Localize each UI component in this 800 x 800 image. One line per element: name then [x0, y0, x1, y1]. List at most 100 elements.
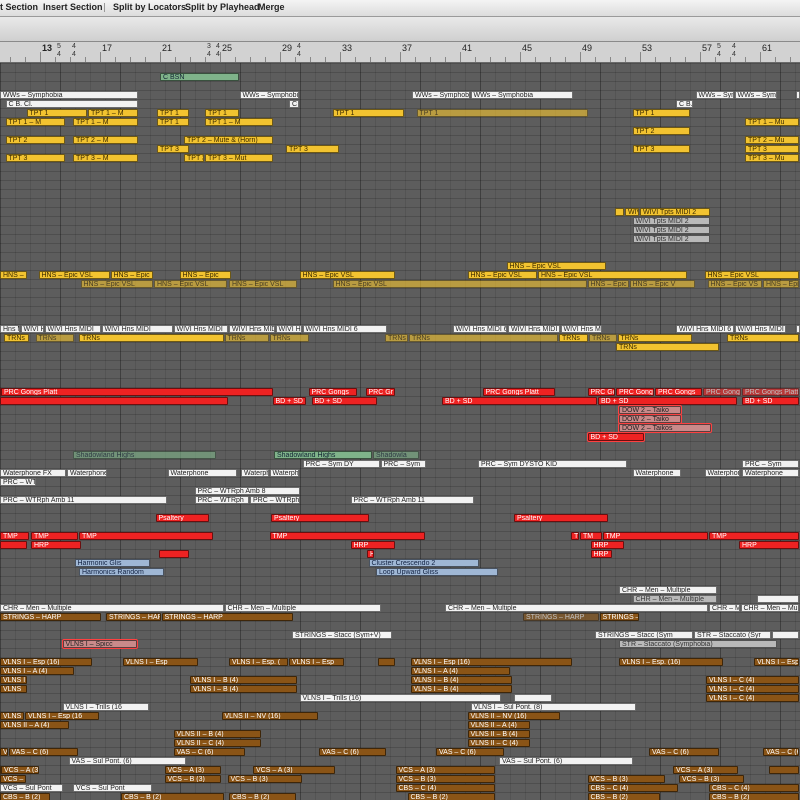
- region[interactable]: HRP: [739, 541, 799, 549]
- region[interactable]: VLNS I – Esp: [122, 658, 198, 666]
- region[interactable]: TRNs: [35, 334, 74, 342]
- region[interactable]: VLNS I – B (4): [410, 685, 512, 693]
- region[interactable]: BD + SD: [272, 397, 306, 405]
- region[interactable]: VLNS I – B (4): [410, 676, 512, 684]
- region[interactable]: TRNs: [617, 334, 692, 342]
- region[interactable]: TPT 2: [5, 136, 65, 144]
- region[interactable]: Waterphone: [269, 469, 299, 477]
- region[interactable]: WIVI Tpts MIDI 2: [632, 235, 710, 243]
- region[interactable]: VLNS II – C (4): [173, 739, 261, 747]
- region[interactable]: VCS – B (3): [395, 775, 495, 783]
- region[interactable]: TRNs: [727, 334, 799, 342]
- region[interactable]: STRINGS – HARP: [161, 613, 293, 621]
- merge-button[interactable]: Merge: [258, 2, 285, 12]
- region[interactable]: TPT 2 – M: [73, 136, 138, 144]
- region[interactable]: PRC Gongs Platt: [742, 388, 799, 396]
- region[interactable]: PRC – Sym: [380, 460, 426, 468]
- region[interactable]: TPT 3: [184, 154, 204, 162]
- region[interactable]: Psaltery: [155, 514, 209, 522]
- region[interactable]: HNS – Epic VSL: [506, 262, 606, 270]
- tracks-area[interactable]: C BSN WWs – Symphobia WWs – Symphobia WWs –…: [0, 63, 800, 800]
- region[interactable]: HNS – Epic VSL: [538, 271, 687, 279]
- region[interactable]: WIVI Tpts MIDI 2: [640, 208, 710, 216]
- region[interactable]: TPT 3: [286, 145, 339, 153]
- region[interactable]: TRNs: [559, 334, 588, 342]
- region[interactable]: HNS – Epic VSL: [467, 271, 537, 279]
- region[interactable]: Waterphone: [704, 469, 740, 477]
- region[interactable]: [772, 631, 799, 639]
- region[interactable]: CBS – C (4): [709, 784, 799, 792]
- region[interactable]: TMP: [269, 532, 425, 540]
- region[interactable]: Shadowland Highs: [274, 451, 372, 459]
- region[interactable]: VAS: [0, 748, 8, 756]
- region[interactable]: CBS – C (4): [395, 784, 495, 792]
- region[interactable]: VCS – B (3): [679, 775, 744, 783]
- region[interactable]: HRP: [590, 541, 624, 549]
- region[interactable]: VLNS I – Esp. (: [229, 658, 288, 666]
- region[interactable]: TPT 1: [205, 109, 239, 117]
- region[interactable]: VCS – A (3): [253, 766, 335, 774]
- region[interactable]: HRP: [350, 541, 395, 549]
- region[interactable]: TRNs: [589, 334, 617, 342]
- region[interactable]: PRC – Sym DY: [302, 460, 380, 468]
- region[interactable]: WWs – Symphobia: [0, 91, 138, 99]
- region[interactable]: BD + SD: [311, 397, 377, 405]
- region[interactable]: VCS – B (3): [0, 775, 26, 783]
- region[interactable]: TPT 1: [632, 109, 690, 117]
- region[interactable]: TPT 1 – M: [73, 118, 138, 126]
- region[interactable]: WIVI Hns MIDI: [229, 325, 275, 333]
- region[interactable]: TPT 1 – M: [88, 109, 138, 117]
- region[interactable]: VLNS II – NV (16): [467, 712, 560, 720]
- region[interactable]: TPT 3: [632, 145, 690, 153]
- region[interactable]: DOW 2 – Taikos: [618, 423, 712, 433]
- region[interactable]: TRNs: [4, 334, 29, 342]
- region[interactable]: WIVI Hns MIDI 6: [302, 325, 387, 333]
- region[interactable]: Shadowla: [373, 451, 419, 459]
- region[interactable]: CHR – Men – Multiple: [619, 586, 717, 594]
- region[interactable]: BD + SD: [598, 397, 737, 405]
- region[interactable]: HNS – Epic: [763, 280, 799, 288]
- region[interactable]: VLNS I – Esp (16): [0, 658, 92, 666]
- region[interactable]: TPT 1: [332, 109, 404, 117]
- region[interactable]: PRC Gong: [703, 388, 741, 396]
- region[interactable]: DOW 2 – Taiko: [618, 405, 682, 415]
- region[interactable]: HRP: [590, 550, 612, 558]
- region[interactable]: PRC Gongs Platt: [482, 388, 555, 396]
- region[interactable]: TRNs: [616, 343, 719, 351]
- region[interactable]: TPT 3 – Mu: [745, 154, 799, 162]
- region[interactable]: VCS – B (3): [164, 775, 221, 783]
- region[interactable]: VCS – A (3): [164, 766, 221, 774]
- region[interactable]: VCS – A (3): [395, 766, 495, 774]
- region[interactable]: [158, 550, 189, 558]
- region[interactable]: VLNS II – A (4): [467, 721, 530, 729]
- region[interactable]: TPT 3: [157, 145, 189, 153]
- region[interactable]: Waterphone FX: [0, 469, 66, 477]
- region[interactable]: VCS – B (3): [587, 775, 665, 783]
- region[interactable]: HNS – Epic VSL: [332, 280, 587, 288]
- region[interactable]: [0, 541, 27, 549]
- region[interactable]: CHR – Men – Multiple: [0, 604, 224, 612]
- region[interactable]: PRC – WTRph: [194, 496, 249, 504]
- region[interactable]: VLNS I – Sul Pont. (8): [470, 703, 636, 711]
- region[interactable]: TMP: [602, 532, 708, 540]
- region[interactable]: STR – Staccato (Syr: [694, 631, 771, 639]
- region[interactable]: VLNS II – A (4): [0, 721, 69, 729]
- region[interactable]: CHR – Men – Multiple: [632, 595, 717, 603]
- region[interactable]: VLNS I – Esp (16): [410, 658, 572, 666]
- region[interactable]: WIVI Hns MIDI: [44, 325, 101, 333]
- region[interactable]: STR – Staccato (Symphobia): [619, 640, 777, 648]
- region[interactable]: PRC Gongs: [308, 388, 357, 396]
- region[interactable]: WIVI Hns MIDI 6: [734, 325, 786, 333]
- region[interactable]: BD + SD: [586, 432, 645, 442]
- region[interactable]: TMP: [709, 532, 799, 540]
- split-by-playhead-button[interactable]: Split by Playhead: [185, 2, 260, 12]
- region[interactable]: WWs – Symphobia: [470, 91, 573, 99]
- region[interactable]: CBS – B (2): [587, 793, 660, 800]
- region[interactable]: TPT 1: [157, 118, 189, 126]
- region[interactable]: TPT 1: [157, 109, 189, 117]
- region[interactable]: WIVI Hns: [20, 325, 44, 333]
- region[interactable]: VLNS I – Trills (16): [299, 694, 501, 702]
- region[interactable]: VLNS I: [0, 676, 27, 684]
- region[interactable]: CHR – Men – Multiple: [224, 604, 381, 612]
- region[interactable]: VLNS I – A (4): [410, 667, 510, 675]
